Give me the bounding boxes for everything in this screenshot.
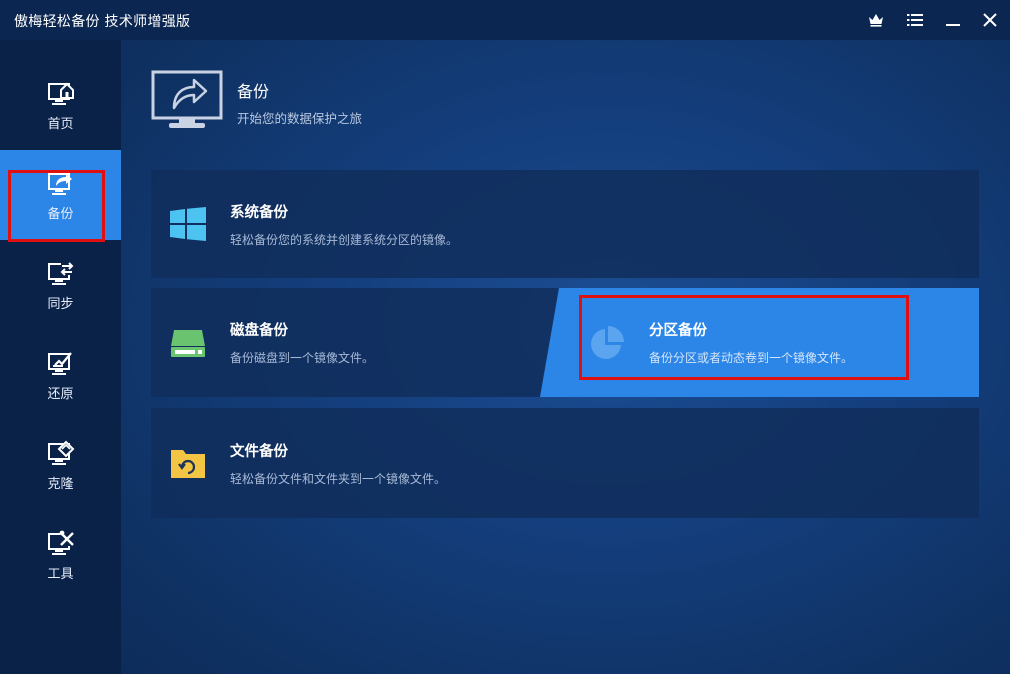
tools-monitor-icon — [47, 530, 74, 555]
upgrade-button[interactable] — [863, 8, 889, 32]
app-window: 傲梅轻松备份 技术师增强版 首页 备份 同步 还原 克隆 工具 备份 开始您的数… — [0, 0, 1010, 674]
clone-monitor-icon — [47, 440, 74, 465]
sidebar-item-home[interactable]: 首页 — [0, 60, 121, 150]
window-title: 傲梅轻松备份 技术师增强版 — [14, 14, 191, 30]
partition-pie-icon — [591, 326, 624, 359]
crown-icon — [869, 14, 883, 27]
backup-screen-icon — [151, 70, 223, 128]
card-desc: 轻松备份文件和文件夹到一个镜像文件。 — [230, 472, 447, 486]
sidebar-item-label: 同步 — [47, 296, 74, 312]
sidebar-item-label: 工具 — [47, 566, 74, 582]
sidebar-item-label: 还原 — [47, 386, 74, 402]
title-bar: 傲梅轻松备份 技术师增强版 — [0, 0, 1010, 40]
minimize-button[interactable] — [940, 8, 966, 32]
home-monitor-icon — [47, 82, 74, 105]
card-title: 系统备份 — [230, 205, 288, 221]
folder-sync-icon — [171, 450, 205, 478]
card-desc: 备份分区或者动态卷到一个镜像文件。 — [649, 351, 854, 365]
windows-icon — [170, 207, 206, 241]
card-desc: 轻松备份您的系统并创建系统分区的镜像。 — [230, 233, 459, 247]
sidebar-item-label: 首页 — [47, 116, 74, 132]
sidebar-item-clone[interactable]: 克隆 — [0, 420, 121, 510]
page-subtitle: 开始您的数据保护之旅 — [237, 111, 363, 126]
card-title: 分区备份 — [649, 323, 707, 339]
disk-backup-card[interactable]: 磁盘备份 备份磁盘到一个镜像文件。 — [151, 288, 559, 397]
close-button[interactable] — [977, 8, 1003, 32]
card-desc: 备份磁盘到一个镜像文件。 — [230, 351, 375, 365]
file-backup-card[interactable]: 文件备份 轻松备份文件和文件夹到一个镜像文件。 — [151, 408, 979, 518]
card-title: 磁盘备份 — [230, 323, 288, 339]
sidebar-item-sync[interactable]: 同步 — [0, 240, 121, 330]
card-title: 文件备份 — [230, 444, 288, 460]
sidebar-item-label: 克隆 — [47, 476, 74, 492]
sidebar-item-label: 备份 — [47, 206, 74, 222]
backup-monitor-icon — [47, 172, 72, 195]
menu-button[interactable] — [902, 8, 928, 32]
page-title: 备份 — [237, 82, 270, 101]
restore-monitor-icon — [47, 351, 72, 375]
close-icon — [983, 13, 997, 27]
main-panel: 备份 开始您的数据保护之旅 系统备份 轻松备份您的系统并创建系统分区的镜像。 磁… — [121, 40, 1010, 674]
sync-monitor-icon — [47, 260, 74, 285]
minimize-icon — [946, 24, 960, 26]
disk-icon — [171, 330, 205, 357]
system-backup-card[interactable]: 系统备份 轻松备份您的系统并创建系统分区的镜像。 — [151, 170, 979, 278]
sidebar-item-backup[interactable]: 备份 — [0, 150, 121, 240]
menu-icon — [907, 14, 923, 26]
sidebar-item-restore[interactable]: 还原 — [0, 330, 121, 420]
sidebar: 首页 备份 同步 还原 克隆 工具 — [0, 40, 121, 674]
partition-backup-card[interactable]: 分区备份 备份分区或者动态卷到一个镜像文件。 — [540, 288, 979, 397]
sidebar-item-tools[interactable]: 工具 — [0, 510, 121, 600]
